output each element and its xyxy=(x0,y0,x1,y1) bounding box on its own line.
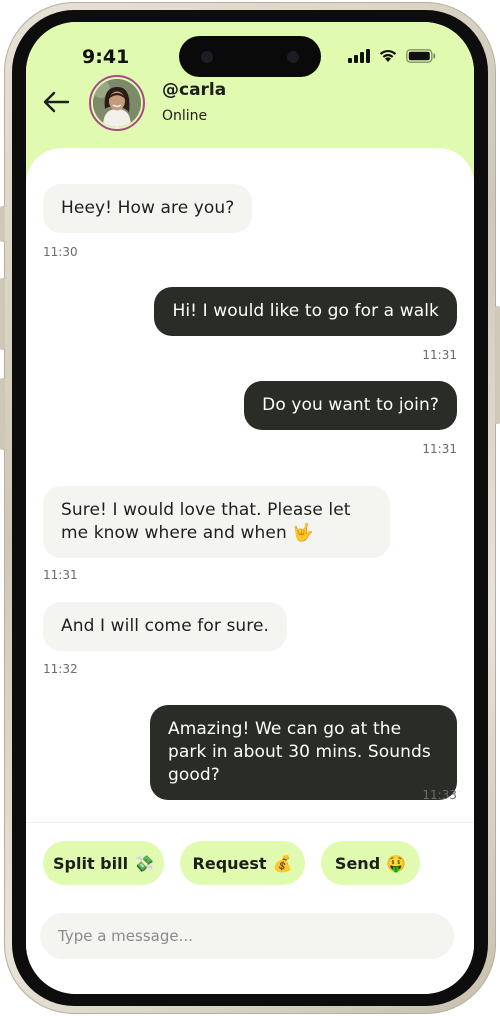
split-bill-button[interactable]: Split bill 💸 xyxy=(43,841,164,885)
status-time: 9:41 xyxy=(82,46,130,68)
chip-label: Send xyxy=(334,853,381,873)
message-time: 11:33 xyxy=(422,788,457,802)
message-bubble[interactable]: Amazing! We can go at the park in about … xyxy=(150,705,457,800)
battery-icon xyxy=(406,48,436,67)
message-time: 11:30 xyxy=(43,245,78,259)
power-button xyxy=(495,306,500,424)
avatar[interactable] xyxy=(89,75,145,131)
send-money-button[interactable]: Send 🤑 xyxy=(321,841,420,885)
message-composer xyxy=(40,913,454,959)
message-time: 11:31 xyxy=(422,442,457,456)
money-wings-icon: 💸 xyxy=(134,853,154,873)
back-button[interactable] xyxy=(42,90,72,116)
chat-header: @carla Online xyxy=(26,70,474,140)
message-bubble[interactable]: Hi! I would like to go for a walk xyxy=(154,287,457,336)
signal-icon xyxy=(348,48,370,67)
contact-presence: Online xyxy=(162,108,208,124)
message-input[interactable] xyxy=(40,913,454,959)
message-time: 11:32 xyxy=(43,662,78,676)
back-arrow-icon xyxy=(42,91,70,118)
divider xyxy=(26,822,474,823)
screen: 9:41 @carla Online Heey! How are you? 11… xyxy=(26,22,474,994)
message-time: 11:31 xyxy=(422,348,457,362)
message-bubble[interactable]: Do you want to join? xyxy=(244,381,457,430)
wifi-icon xyxy=(378,48,398,67)
message-bubble[interactable]: And I will come for sure. xyxy=(43,602,288,651)
volume-up-button xyxy=(0,278,5,350)
message-bubble[interactable]: Heey! How are you? xyxy=(43,184,253,233)
chip-label: Split bill xyxy=(53,853,129,873)
request-button[interactable]: Request 💰 xyxy=(180,841,305,885)
message-time: 11:31 xyxy=(43,568,78,582)
money-bag-icon: 💰 xyxy=(272,853,293,873)
message-bubble[interactable]: Sure! I would love that. Please let me k… xyxy=(43,486,390,558)
status-icons xyxy=(348,48,436,67)
action-button xyxy=(0,206,5,242)
chip-label: Request xyxy=(192,853,267,873)
volume-down-button xyxy=(0,378,5,450)
contact-username: @carla xyxy=(162,80,227,100)
money-face-icon: 🤑 xyxy=(386,853,407,873)
